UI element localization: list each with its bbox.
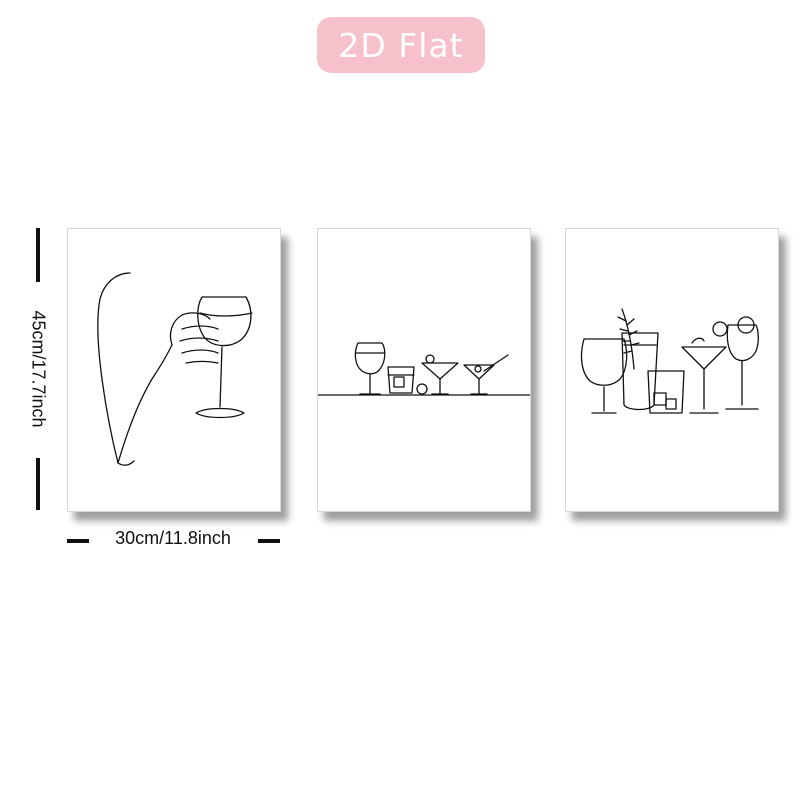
cocktail-cluster-illustration [580, 308, 759, 414]
width-dimension-line-right [258, 539, 280, 543]
height-dimension-line-top [36, 228, 40, 282]
print-hand-wine-glass [67, 228, 281, 512]
width-dimension-label: 30cm/11.8inch [115, 528, 231, 548]
print-cocktail-cluster [565, 228, 779, 512]
style-badge-label: 2D Flat [338, 25, 464, 65]
height-dimension-line-bottom [36, 458, 40, 510]
hand-wine-glass-illustration [97, 272, 253, 466]
style-badge: 2D Flat [317, 17, 485, 73]
width-dimension-line-left [67, 539, 89, 543]
print-cocktail-row [317, 228, 531, 512]
cocktail-row-illustration [318, 342, 530, 396]
height-dimension-label: 45cm/17.7inch [28, 310, 49, 428]
